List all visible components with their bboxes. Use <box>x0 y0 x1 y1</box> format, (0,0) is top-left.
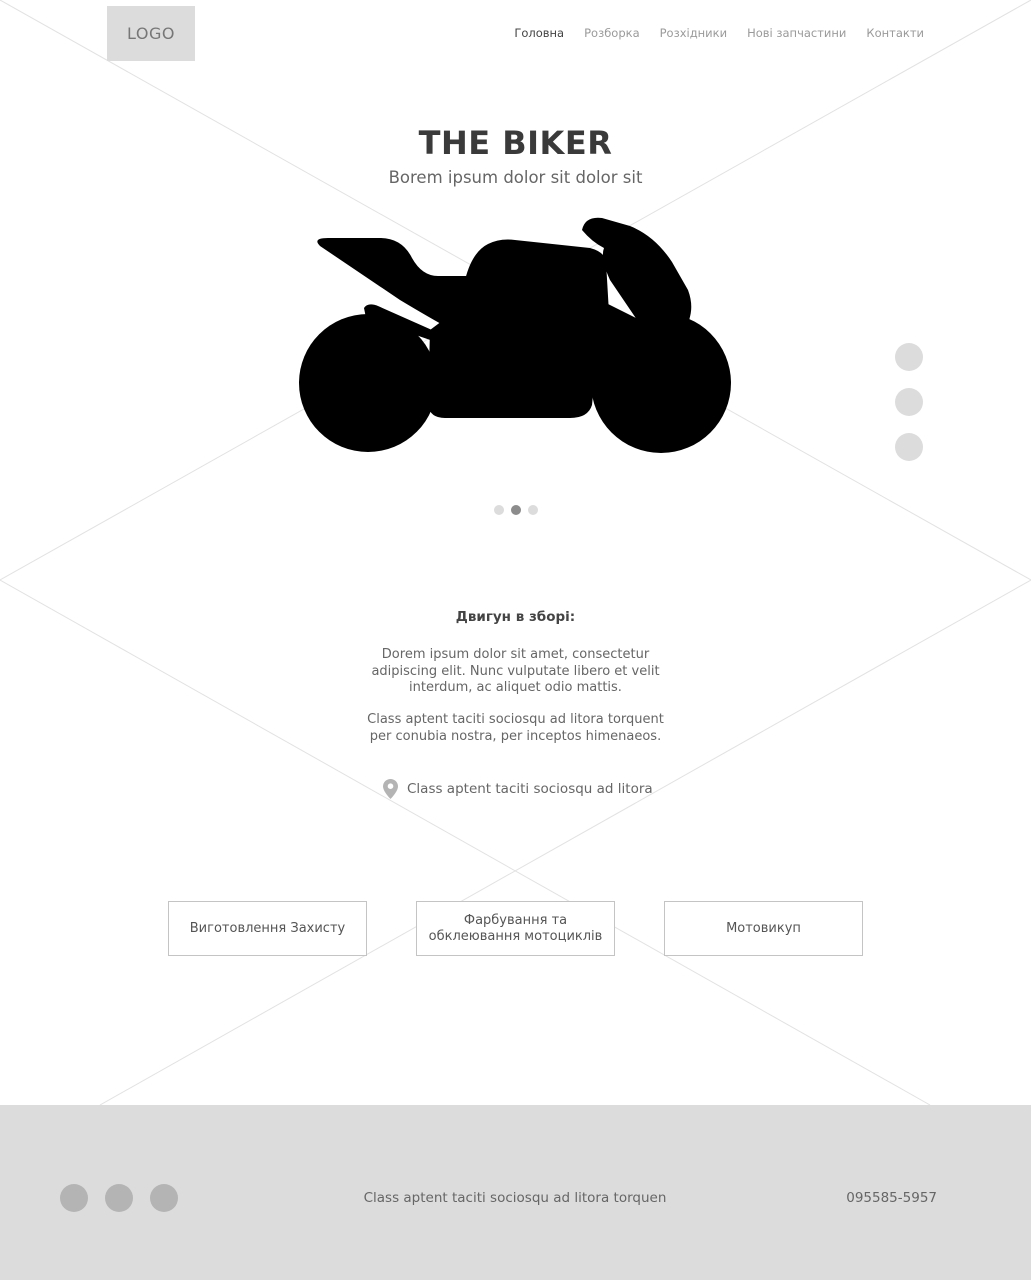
hero-title: THE BIKER <box>418 124 613 162</box>
service-button-buyout[interactable]: Мотовикуп <box>664 901 863 956</box>
service-button-painting[interactable]: Фарбування та обклеювання мотоциклів <box>416 901 615 956</box>
location-text: Class aptent taciti sociosqu ad litora <box>407 781 653 797</box>
footer: Class aptent taciti sociosqu ad litora t… <box>0 1105 1031 1280</box>
service-button-protection[interactable]: Виготовлення Захисту <box>168 901 367 956</box>
main-nav: Головна Розборка Розхідники Нові запчаст… <box>514 26 924 40</box>
motorcycle-icon <box>299 217 731 453</box>
nav-item-home[interactable]: Головна <box>514 26 564 40</box>
social-icon-2[interactable] <box>105 1184 133 1212</box>
side-dot-2[interactable] <box>895 388 923 416</box>
info-heading: Двигун в зборі: <box>455 609 576 625</box>
nav-item-dismantling[interactable]: Розборка <box>584 26 640 40</box>
nav-item-consumables[interactable]: Розхідники <box>660 26 727 40</box>
side-dot-3[interactable] <box>895 433 923 461</box>
social-icon-1[interactable] <box>60 1184 88 1212</box>
hero-subtitle: Borem ipsum dolor sit dolor sit <box>388 168 643 187</box>
footer-phone[interactable]: 095585-5957 <box>846 1190 937 1206</box>
logo-text: LOGO <box>127 24 175 43</box>
service-label: Фарбування та обклеювання мотоциклів <box>428 912 603 944</box>
service-label: Мотовикуп <box>726 920 801 936</box>
social-icon-3[interactable] <box>150 1184 178 1212</box>
service-label: Виготовлення Захисту <box>189 920 346 936</box>
logo[interactable]: LOGO <box>107 6 195 61</box>
nav-item-new-parts[interactable]: Нові запчастини <box>747 26 846 40</box>
location: Class aptent taciti sociosqu ad litora <box>383 779 653 799</box>
nav-item-contacts[interactable]: Контакти <box>866 26 924 40</box>
footer-text: Class aptent taciti sociosqu ad litora t… <box>363 1190 667 1206</box>
side-dot-1[interactable] <box>895 343 923 371</box>
info-paragraph-1: Dorem ipsum dolor sit amet, consectetur … <box>371 647 660 695</box>
side-dots <box>895 343 923 478</box>
carousel-dot-3[interactable] <box>527 505 538 515</box>
carousel-dot-1[interactable] <box>493 505 504 515</box>
location-pin-icon <box>383 779 398 799</box>
carousel-dot-2[interactable] <box>510 505 521 515</box>
carousel-dots <box>0 505 1031 515</box>
info-paragraph-2: Class aptent taciti sociosqu ad litora t… <box>367 712 664 744</box>
